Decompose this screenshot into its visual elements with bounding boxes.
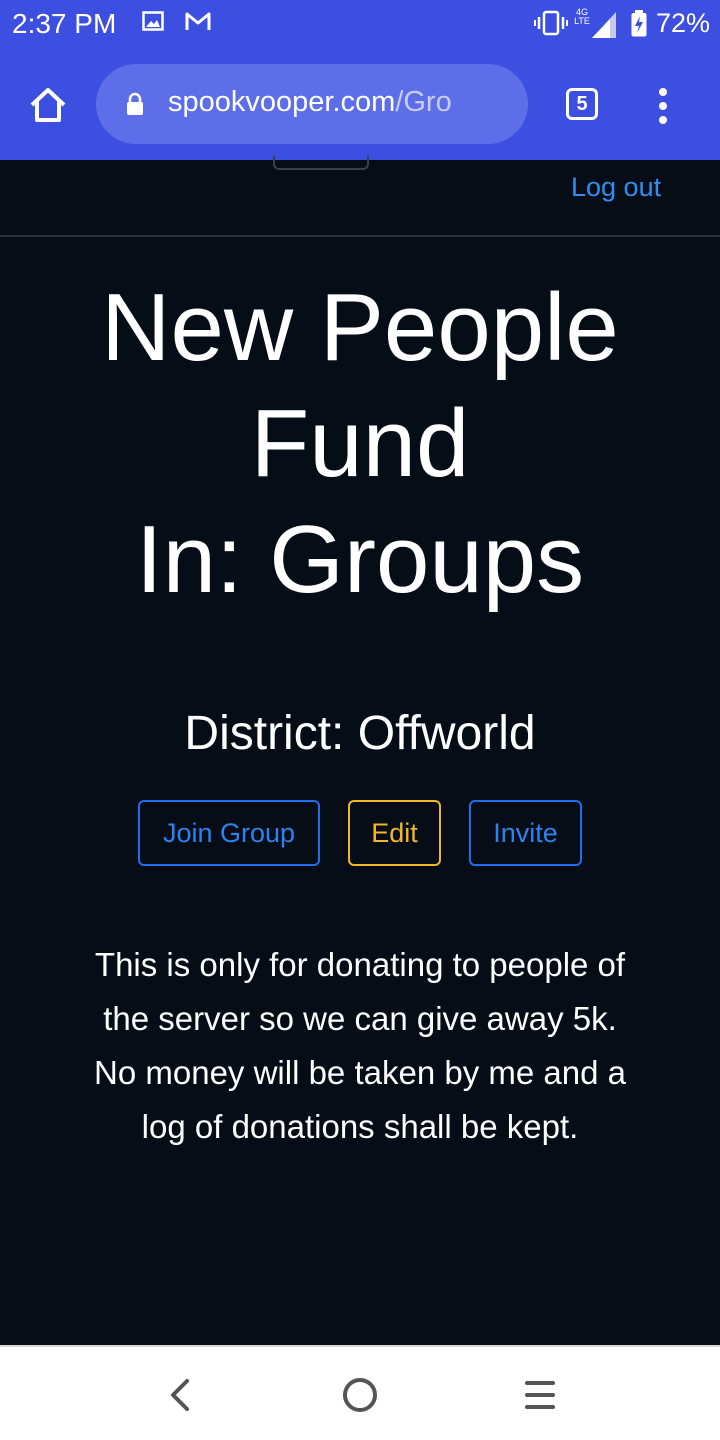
browser-toolbar: spookvooper.com/Gro 5 xyxy=(0,50,720,160)
logout-link[interactable]: Log out xyxy=(571,172,661,203)
district-label: District: Offworld xyxy=(184,707,536,760)
header-divider xyxy=(0,235,720,237)
network-type: 4G LTE xyxy=(574,7,590,26)
invite-button[interactable]: Invite xyxy=(469,800,582,866)
page-content: Log out New People Fund In: Groups Distr… xyxy=(0,156,720,1345)
edit-button[interactable]: Edit xyxy=(348,800,441,866)
join-group-button[interactable]: Join Group xyxy=(138,800,320,866)
more-vert-icon[interactable] xyxy=(648,86,678,126)
group-title-category: In: Groups xyxy=(135,506,585,613)
gmail-icon xyxy=(185,12,211,30)
signal-icon xyxy=(592,12,616,38)
recents-icon[interactable] xyxy=(522,1377,558,1413)
back-icon[interactable] xyxy=(165,1375,195,1415)
navbar-toggle[interactable] xyxy=(273,156,369,170)
battery-charging-icon xyxy=(631,10,647,37)
lock-icon xyxy=(127,92,143,115)
url-path: /Gro xyxy=(395,86,452,118)
status-bar: 2:37 PM 4G LTE 72% xyxy=(0,0,720,50)
home-circle-icon[interactable] xyxy=(340,1375,380,1415)
status-time: 2:37 PM xyxy=(12,8,117,39)
tab-switcher-button[interactable]: 5 xyxy=(566,88,598,120)
group-description: This is only for donating to people of t… xyxy=(94,946,626,1145)
url-host: spookvooper.com xyxy=(168,86,396,118)
gallery-icon xyxy=(142,11,164,31)
url-text: spookvooper.com/Gro xyxy=(168,86,508,119)
address-bar[interactable]: spookvooper.com/Gro xyxy=(96,64,528,144)
vibrate-icon xyxy=(534,10,568,36)
home-icon[interactable] xyxy=(28,85,68,125)
group-title: New People Fund In: Groups xyxy=(0,270,720,618)
group-title-name-line2: Fund xyxy=(250,390,470,497)
group-title-name-line1: New People xyxy=(101,274,619,381)
battery-percentage: 72% xyxy=(656,8,711,38)
system-nav-bar xyxy=(0,1345,720,1440)
